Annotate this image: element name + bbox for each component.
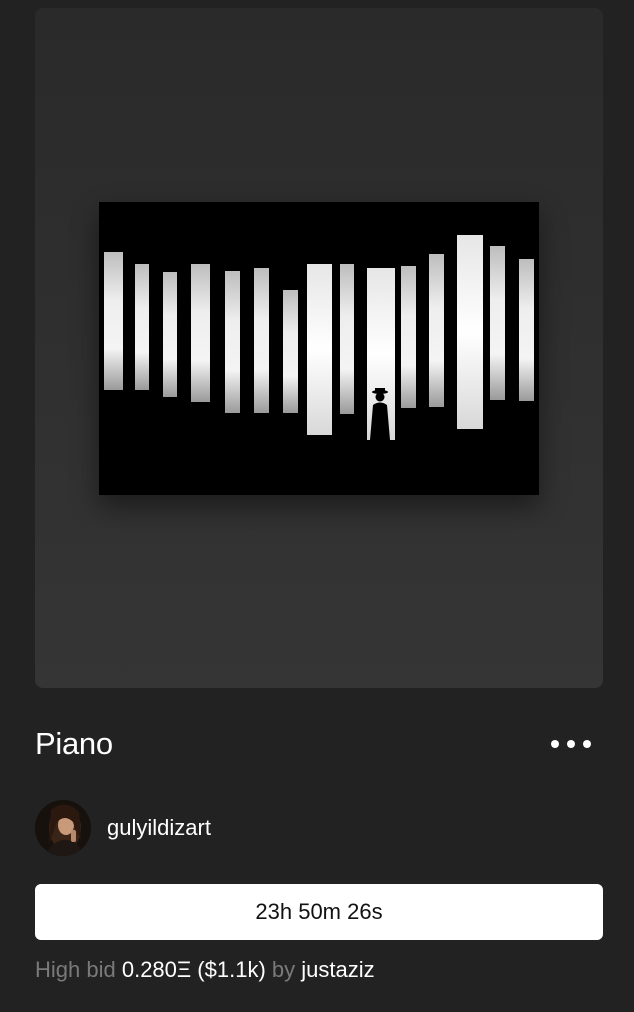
title-row: Piano (35, 722, 603, 766)
high-bid-line: High bid 0.280Ξ ($1.1k) by justaziz (35, 957, 375, 983)
avatar[interactable] (35, 800, 91, 856)
high-bid-amount: 0.280Ξ ($1.1k) (121, 957, 266, 982)
creator-username[interactable]: gulyildizart (107, 815, 211, 841)
high-bid-label: High bid (35, 957, 116, 982)
piano-keys-artwork-svg (99, 202, 539, 495)
countdown-timer: 23h 50m 26s (255, 899, 383, 924)
creator-link[interactable]: gulyildizart (35, 799, 211, 857)
creator-avatar-icon (35, 800, 91, 856)
artwork-title: Piano (35, 726, 113, 761)
bidder-username[interactable]: justaziz (301, 957, 374, 982)
auction-countdown-button[interactable]: 23h 50m 26s (35, 884, 603, 940)
artwork-image[interactable] (99, 202, 539, 495)
artwork-media-frame[interactable] (35, 8, 603, 688)
by-label: by (271, 957, 296, 982)
more-horizontal-icon (567, 740, 575, 748)
more-horizontal-icon (551, 740, 559, 748)
auction-card: Piano gulyildizart 23h 50m 26s High bid … (0, 0, 634, 1012)
more-options-button[interactable] (551, 730, 591, 758)
more-horizontal-icon (583, 740, 591, 748)
